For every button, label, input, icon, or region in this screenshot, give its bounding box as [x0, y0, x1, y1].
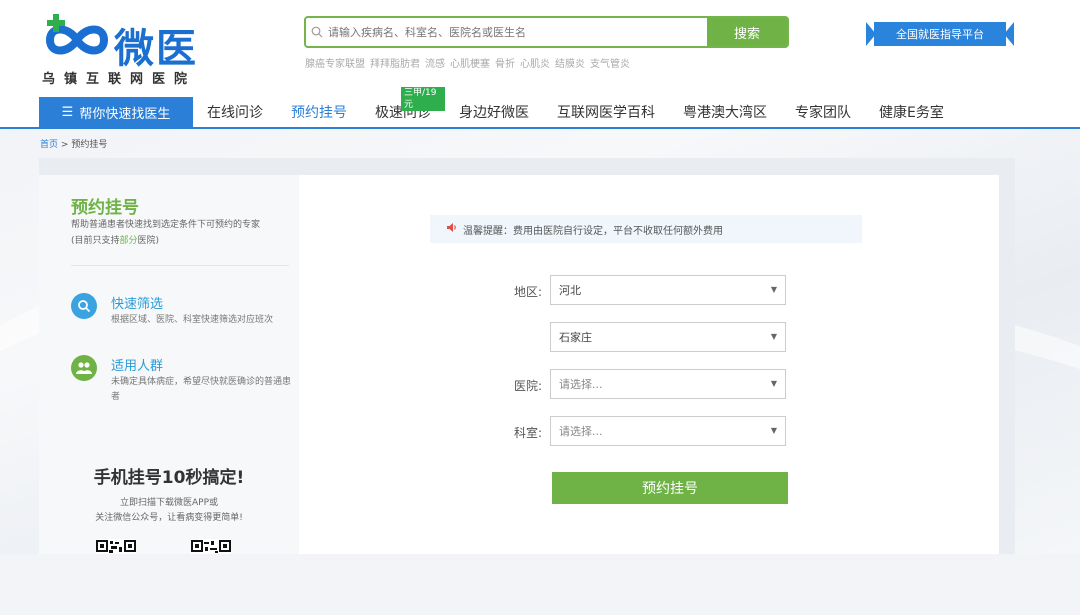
department-label: 科室:	[513, 426, 542, 440]
dropdown-arrow-icon: ▼	[770, 285, 777, 294]
appointment-form: 温馨提醒：费用由医院自行设定，平台不收取任何额外费用 地区: 河北 ▼ 石家庄 …	[299, 175, 999, 554]
promo-badge: 三甲/19元	[401, 87, 445, 111]
chevron-right-icon	[1004, 22, 1014, 46]
search-button[interactable]: 搜索	[707, 18, 787, 46]
region-label: 地区:	[513, 285, 542, 299]
nav-item-nearby[interactable]: 身边好微医	[445, 97, 543, 127]
desc-highlight: 部分	[119, 236, 138, 246]
app-qr-code	[96, 539, 136, 554]
nav-item-appointment[interactable]: 预约挂号	[277, 97, 361, 127]
promo-title: 手机挂号10秒搞定!	[93, 468, 245, 488]
nav-item-greater-bay[interactable]: 粤港澳大湾区	[669, 97, 781, 127]
sidebar: 预约挂号 帮助普通患者快速找到选定条件下可预约的专家 (目前只支持部分医院) 快…	[39, 175, 299, 554]
breadcrumb-home[interactable]: 首页	[40, 140, 58, 150]
breadcrumb: 首页 > 预约挂号	[40, 137, 107, 150]
nav-item-health-office[interactable]: 健康E务室	[865, 97, 958, 127]
search-icon	[306, 18, 328, 46]
feature-description: 根据区域、医院、科室快速筛选对应班次	[111, 315, 274, 325]
feature-title: 快速筛选	[111, 297, 164, 312]
breadcrumb-separator: >	[60, 140, 69, 150]
platform-label: 全国就医指导平台	[874, 22, 1006, 46]
feature-description: 未确定具体病症，希望尽快就医确诊的普通患者	[111, 377, 292, 402]
sidebar-desc-line: 帮助普通患者快速找到选定条件下可预约的专家	[71, 220, 261, 230]
sidebar-title: 预约挂号	[71, 198, 139, 218]
platform-banner[interactable]: 全国就医指导平台	[866, 22, 1016, 46]
department-select[interactable]: 请选择... ▼	[550, 416, 786, 446]
hot-term[interactable]: 拜拜脂肪君	[370, 55, 420, 70]
hospital-select[interactable]: 请选择... ▼	[550, 369, 786, 399]
dropdown-arrow-icon: ▼	[770, 426, 777, 435]
nav-item-fast-consult[interactable]: 三甲/19元 极速问诊	[361, 87, 445, 127]
notice-text: 温馨提醒：费用由医院自行设定，平台不收取任何额外费用	[463, 225, 723, 237]
find-doctor-label: 帮你快速找医生	[79, 106, 171, 122]
search-bar: 搜索	[304, 16, 789, 48]
promo-description: 立即扫描下载微医APP或 关注微信公众号，让看病变得更简单!	[39, 496, 299, 526]
city-value: 石家庄	[559, 331, 592, 344]
desc-text: (目前只支持	[71, 236, 120, 246]
nav-item-expert-team[interactable]: 专家团队	[781, 97, 865, 127]
hot-term[interactable]: 结膜炎	[555, 55, 585, 70]
hot-term[interactable]: 心肌炎	[520, 55, 550, 70]
hot-term[interactable]: 腺癌专家联盟	[305, 55, 365, 70]
app-promo: 手机挂号10秒搞定! 立即扫描下载微医APP或 关注微信公众号，让看病变得更简单…	[39, 463, 299, 526]
nav-item-online-consult[interactable]: 在线问诊	[193, 97, 277, 127]
province-value: 河北	[559, 284, 581, 297]
dropdown-arrow-icon: ▼	[770, 332, 777, 341]
hot-term[interactable]: 骨折	[495, 55, 515, 70]
promo-line: 立即扫描下载微医APP或	[119, 498, 218, 508]
speaker-icon	[446, 222, 457, 236]
desc-text: 医院)	[137, 236, 160, 246]
hot-term[interactable]: 心肌梗塞	[450, 55, 490, 70]
province-select[interactable]: 河北 ▼	[550, 275, 786, 305]
city-select[interactable]: 石家庄 ▼	[550, 322, 786, 352]
sidebar-description: 帮助普通患者快速找到选定条件下可预约的专家 (目前只支持部分医院)	[71, 217, 291, 249]
wechat-qr-code	[191, 539, 231, 554]
notice-bar: 温馨提醒：费用由医院自行设定，平台不收取任何额外费用	[430, 215, 862, 243]
hospital-label: 医院:	[513, 379, 542, 393]
breadcrumb-current: 预约挂号	[71, 140, 108, 150]
logo-infinity-icon	[45, 14, 109, 55]
promo-line: 关注微信公众号，让看病变得更简单!	[95, 513, 243, 523]
nav-item-encyclopedia[interactable]: 互联网医学百科	[543, 97, 669, 127]
menu-icon: ☰	[61, 104, 74, 120]
hot-term[interactable]: 流感	[425, 55, 445, 70]
search-input[interactable]	[328, 18, 707, 46]
logo[interactable]: 微医 乌镇互联网医院	[40, 10, 200, 90]
department-placeholder: 请选择...	[559, 425, 603, 438]
divider	[71, 265, 289, 266]
book-appointment-button[interactable]: 预约挂号	[552, 472, 788, 504]
dropdown-arrow-icon: ▼	[770, 379, 777, 388]
logo-subtitle: 乌镇互联网医院	[42, 72, 197, 87]
hot-search-terms: 腺癌专家联盟 拜拜脂肪君 流感 心肌梗塞 骨折 心肌炎 结膜炎 支气管炎	[305, 55, 630, 70]
hot-term[interactable]: 支气管炎	[590, 55, 630, 70]
hospital-placeholder: 请选择...	[559, 378, 603, 391]
magnifier-icon	[71, 293, 97, 319]
logo-text: 微医	[114, 26, 198, 72]
feature-title: 适用人群	[111, 359, 164, 374]
main-nav: ☰ 帮你快速找医生 在线问诊 预约挂号 三甲/19元 极速问诊 身边好微医 互联…	[39, 87, 958, 127]
sidebar-desc-line: (目前只支持部分医院)	[71, 233, 291, 249]
site-header: 微医 乌镇互联网医院 搜索 腺癌专家联盟 拜拜脂肪君 流感 心肌梗塞 骨折 心肌…	[0, 0, 1080, 129]
find-doctor-button[interactable]: ☰ 帮你快速找医生	[39, 97, 193, 127]
people-icon	[71, 355, 97, 381]
